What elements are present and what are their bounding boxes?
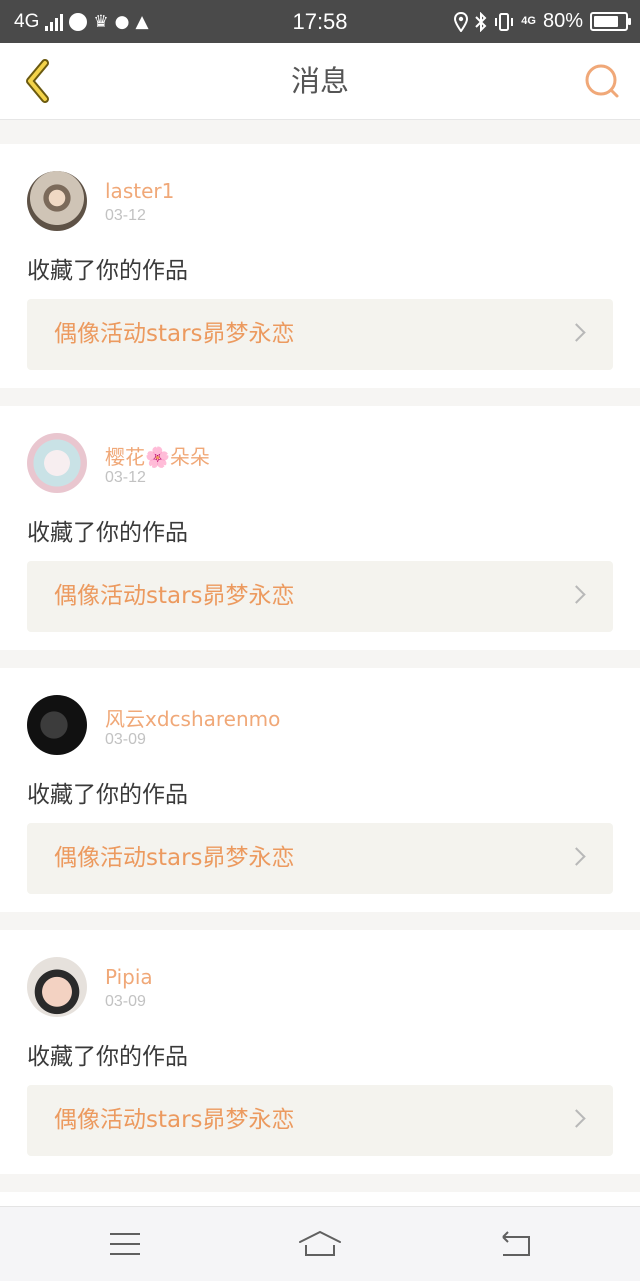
message-card: 樱花🌸朵朵 03-12 收藏了你的作品 偶像活动stars昴梦永恋 bbox=[0, 406, 640, 650]
avatar[interactable] bbox=[27, 695, 87, 755]
message-action-text: 收藏了你的作品 bbox=[27, 782, 188, 808]
avatar[interactable] bbox=[27, 171, 87, 231]
search-icon bbox=[585, 64, 619, 98]
message-date: 03-12 bbox=[105, 469, 146, 486]
menu-button[interactable] bbox=[102, 1222, 148, 1266]
system-back-button[interactable] bbox=[492, 1222, 538, 1266]
home-icon bbox=[299, 1230, 341, 1256]
message-list: laster1 03-12 收藏了你的作品 偶像活动stars昴梦永恋 樱花🌸朵… bbox=[0, 144, 640, 1232]
message-date: 03-12 bbox=[105, 207, 146, 224]
chevron-right-icon bbox=[567, 323, 586, 342]
message-card: 风云xdcsharenmo 03-09 收藏了你的作品 偶像活动stars昴梦永… bbox=[0, 668, 640, 912]
battery-fill bbox=[594, 16, 618, 27]
nav-bar: 消息 bbox=[0, 43, 640, 120]
chevron-right-icon bbox=[567, 847, 586, 866]
chevron-right-icon bbox=[567, 585, 586, 604]
message-action-text: 收藏了你的作品 bbox=[27, 1044, 188, 1070]
status-right-group: 4G 80% bbox=[454, 0, 631, 43]
username[interactable]: laster1 bbox=[105, 179, 174, 203]
menu-icon bbox=[110, 1233, 140, 1255]
message-card: Pipia 03-09 收藏了你的作品 偶像活动stars昴梦永恋 bbox=[0, 930, 640, 1174]
search-button[interactable] bbox=[574, 53, 630, 109]
data-4g-indicator: 4G bbox=[521, 15, 536, 27]
work-link[interactable]: 偶像活动stars昴梦永恋 bbox=[27, 823, 613, 894]
message-card: laster1 03-12 收藏了你的作品 偶像活动stars昴梦永恋 bbox=[0, 144, 640, 388]
avatar[interactable] bbox=[27, 957, 87, 1017]
work-title: 偶像活动stars昴梦永恋 bbox=[54, 1107, 295, 1133]
work-link[interactable]: 偶像活动stars昴梦永恋 bbox=[27, 1085, 613, 1156]
status-bar: 4G ♛ ● ▲ 17:58 4G 80% bbox=[0, 0, 640, 43]
message-action-text: 收藏了你的作品 bbox=[27, 520, 188, 546]
message-date: 03-09 bbox=[105, 731, 146, 748]
chevron-right-icon bbox=[567, 1109, 586, 1128]
work-link[interactable]: 偶像活动stars昴梦永恋 bbox=[27, 561, 613, 632]
bluetooth-icon bbox=[475, 11, 487, 32]
username[interactable]: 风云xdcsharenmo bbox=[105, 703, 280, 732]
username[interactable]: 樱花🌸朵朵 bbox=[105, 441, 210, 470]
avatar[interactable] bbox=[27, 433, 87, 493]
vibrate-icon bbox=[495, 12, 514, 31]
work-title: 偶像活动stars昴梦永恋 bbox=[54, 583, 295, 609]
message-date: 03-09 bbox=[105, 993, 146, 1010]
home-button[interactable] bbox=[297, 1222, 343, 1266]
work-link[interactable]: 偶像活动stars昴梦永恋 bbox=[27, 299, 613, 370]
work-title: 偶像活动stars昴梦永恋 bbox=[54, 321, 295, 347]
battery-percent: 80% bbox=[542, 10, 583, 32]
location-icon bbox=[454, 11, 469, 32]
system-nav-bar bbox=[0, 1206, 640, 1281]
back-icon bbox=[502, 1231, 530, 1256]
battery-icon bbox=[590, 12, 631, 31]
page-title: 消息 bbox=[290, 64, 349, 98]
username[interactable]: Pipia bbox=[105, 965, 153, 989]
message-action-text: 收藏了你的作品 bbox=[27, 258, 188, 284]
work-title: 偶像活动stars昴梦永恋 bbox=[54, 845, 295, 871]
